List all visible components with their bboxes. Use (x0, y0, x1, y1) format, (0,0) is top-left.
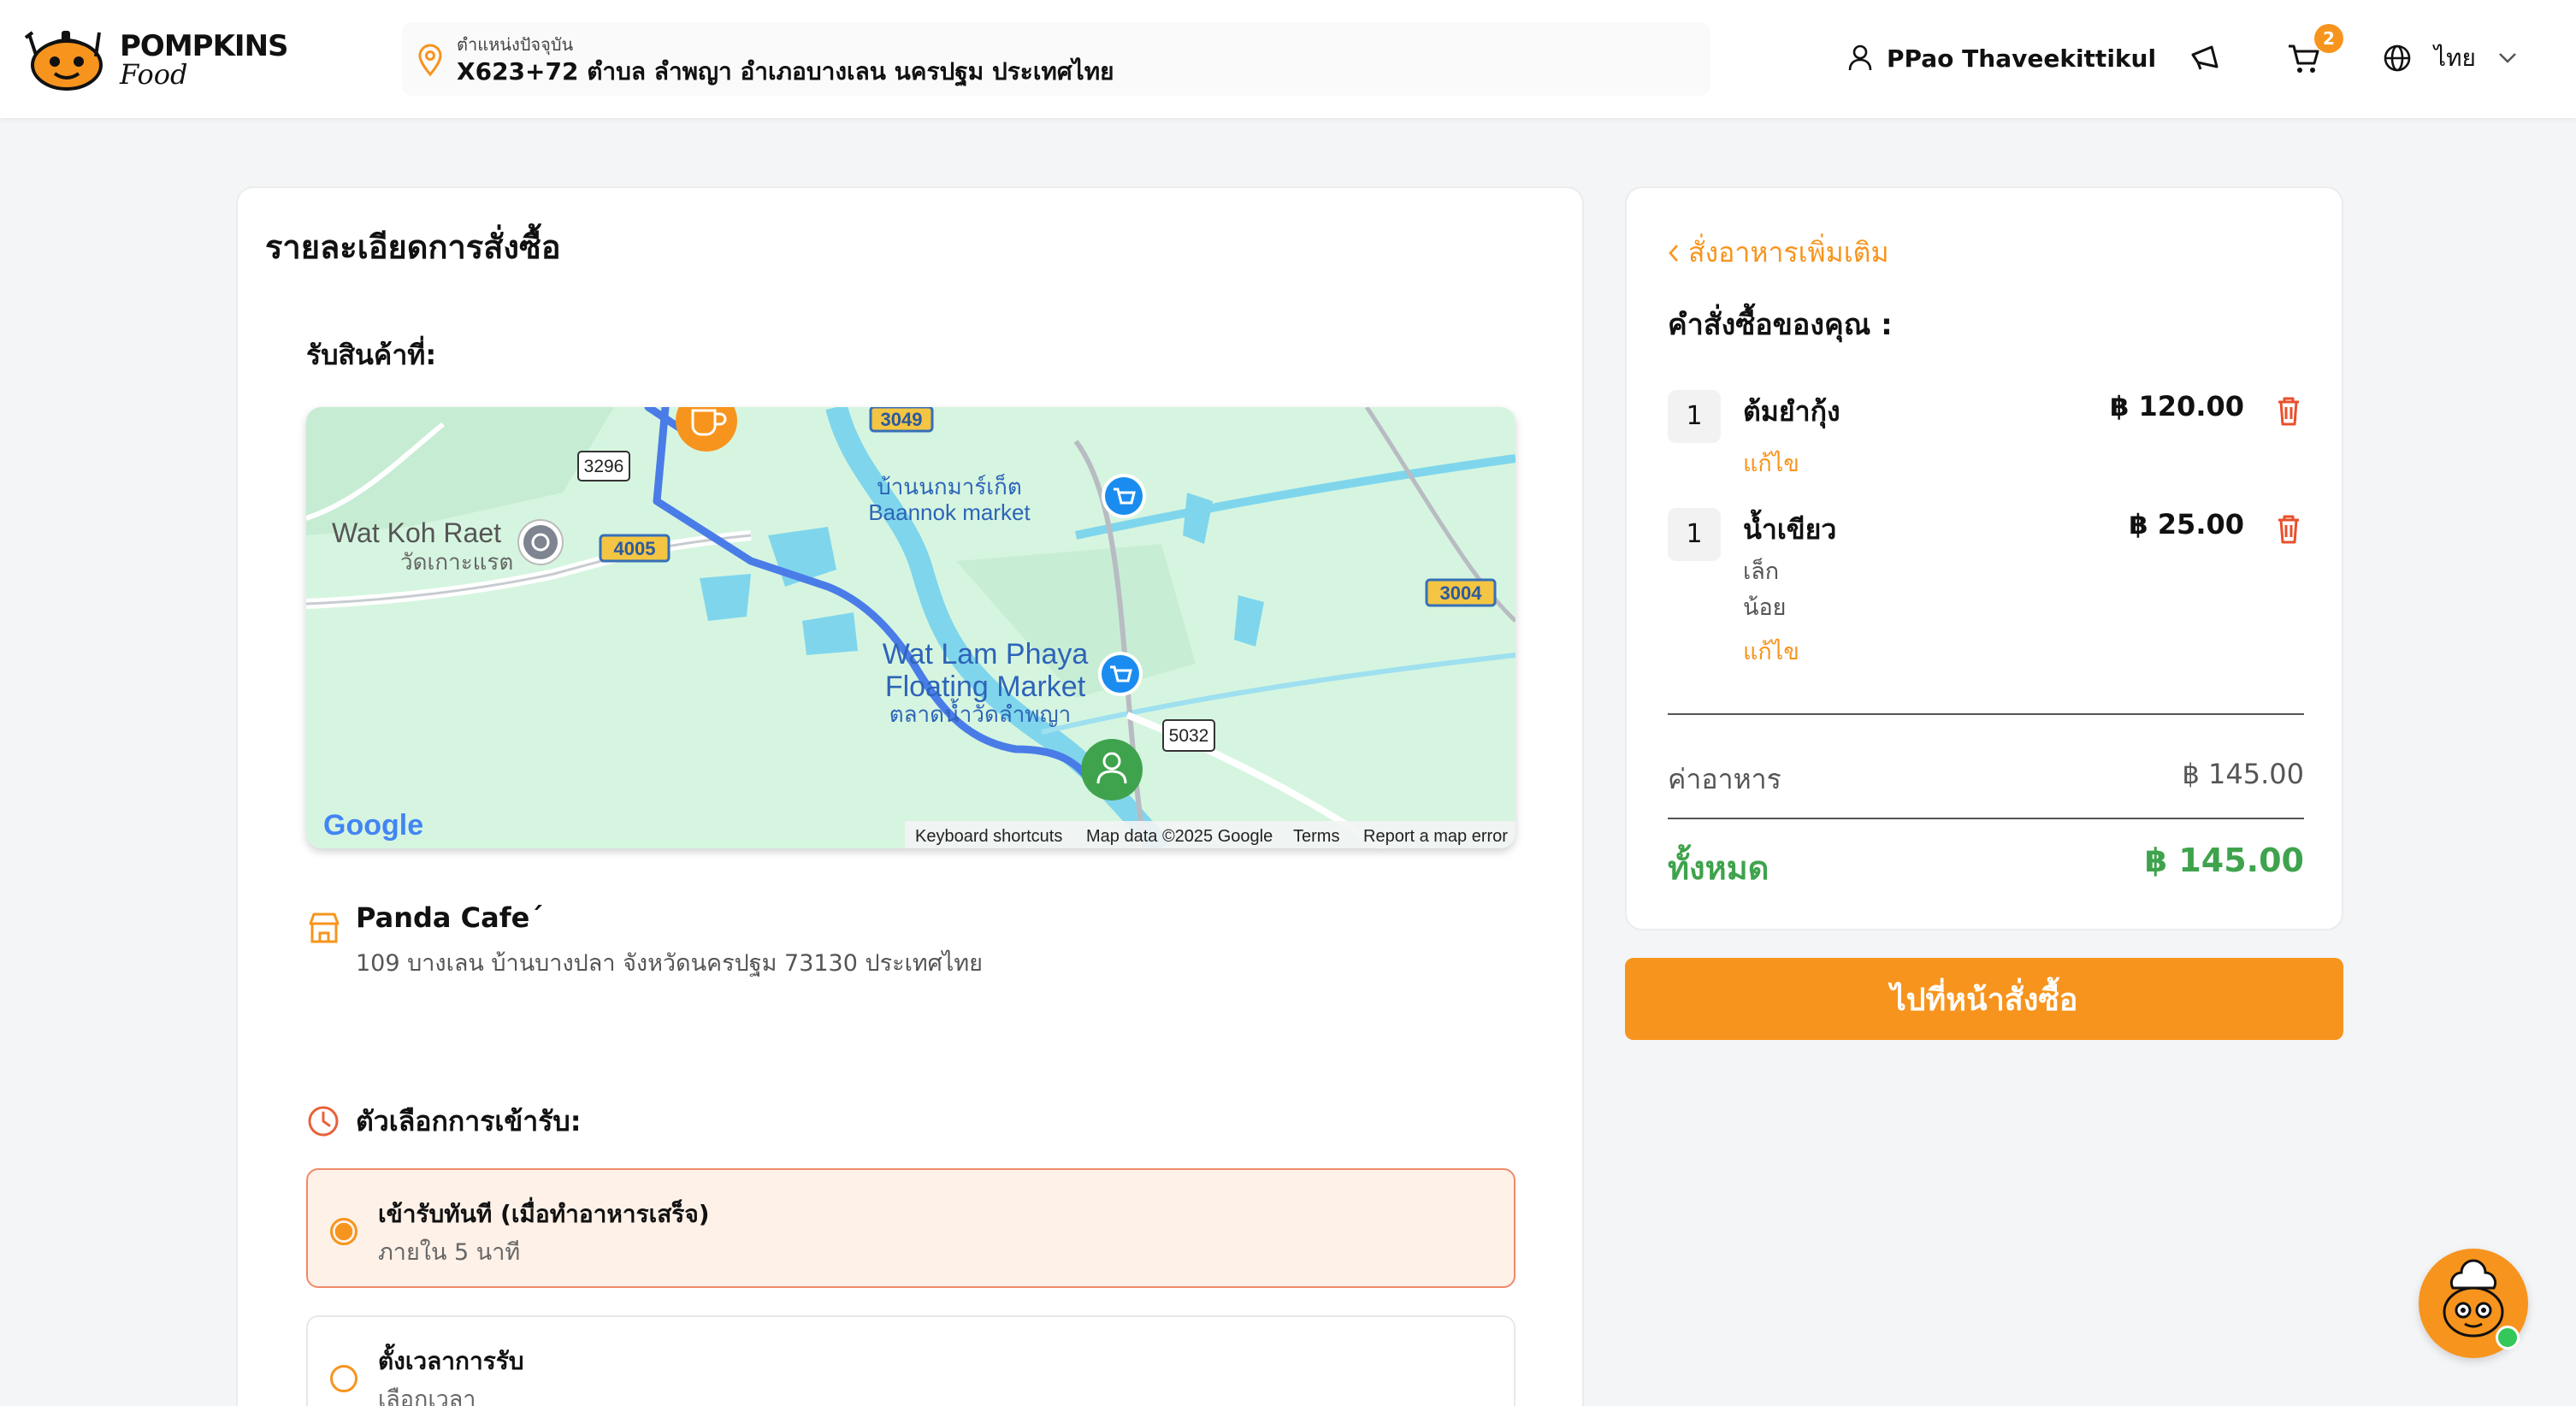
pickup-option-immediate[interactable]: เข้ารับทันที (เมื่อทำอาหารเสร็จ) ภายใน 5… (306, 1168, 1515, 1288)
pickup-options-title: ตัวเลือกการเข้ารับ: (356, 1104, 582, 1137)
item-name: น้ำเขียว (1743, 513, 1837, 546)
megaphone-icon[interactable] (2186, 38, 2227, 79)
item-price: ฿ 120.00 (2110, 390, 2244, 422)
pickup-option-subtitle: ภายใน 5 นาที (378, 1239, 521, 1266)
total-row: ทั้งหมด ฿ 145.00 (1668, 842, 2304, 894)
food-cost-row: ค่าอาหาร ฿ 145.00 (1668, 758, 2304, 801)
place-label-wat-koh-raet: Wat Koh Raet (332, 517, 501, 548)
edit-item-link[interactable]: แก้ไข (1743, 445, 1799, 481)
radio-selected[interactable] (330, 1218, 357, 1245)
chevron-down-icon (2499, 53, 2516, 63)
language-selector[interactable]: ไทย (2383, 38, 2517, 79)
trash-icon[interactable] (2273, 393, 2304, 428)
svg-text:3049: 3049 (881, 409, 923, 430)
item-name: ต้มยำกุ้ง (1743, 395, 1840, 428)
order-summary-card: สั่งอาหารเพิ่มเติม คำสั่งซื้อของคุณ : 1 … (1625, 186, 2343, 930)
pickup-option-subtitle: เลือกเวลา (378, 1386, 476, 1406)
map-keyboard-shortcuts[interactable]: Keyboard shortcuts (915, 827, 1062, 846)
order-more-label: สั่งอาหารเพิ่มเติม (1688, 236, 1889, 269)
pickup-options-header: ตัวเลือกการเข้ารับ: (306, 1100, 582, 1143)
store-icon (309, 913, 340, 943)
pompkins-logo[interactable]: POMPKINS Food (24, 24, 289, 92)
road-shield-3004: 3004 (1425, 578, 1497, 607)
total-value: ฿ 145.00 (2144, 842, 2304, 879)
cart-item: 1 น้ำเขียว ฿ 25.00 เล็ก น้อย แก้ไข (1668, 508, 2304, 665)
map-water (700, 574, 751, 621)
shopping-pin-icon[interactable] (1098, 652, 1143, 696)
temple-pin-icon[interactable] (517, 519, 564, 565)
svg-text:5032: 5032 (1169, 726, 1209, 746)
store-info: Panda Cafe´ 109 บางเลน บ้านบางปลา จังหวั… (306, 901, 1504, 978)
place-label-baannok-th: บ้านนกมาร์เก็ต (877, 473, 1022, 499)
summary-divider (1668, 713, 2304, 715)
map-terms-link[interactable]: Terms (1293, 827, 1339, 846)
current-location-address: X623+72 ตำบล ลำพญา อำเภอบางเลน นครปฐม ปร… (457, 57, 1114, 86)
online-status-dot (2496, 1326, 2520, 1350)
road-shield-3296: 3296 (577, 451, 630, 481)
chevron-left-icon (1669, 244, 1678, 262)
road-shield-3049: 3049 (869, 407, 934, 433)
order-details-card: รายละเอียดการสั่งซื้อ รับสินค้าที่: 3049… (236, 186, 1584, 1406)
pickup-map[interactable]: 3049 3296 4005 3004 5032 Wat Koh Raet วั… (306, 407, 1515, 848)
pickup-location-label: รับสินค้าที่: (306, 339, 437, 371)
svg-text:3296: 3296 (584, 457, 624, 476)
item-quantity[interactable]: 1 (1668, 508, 1721, 561)
svg-text:4005: 4005 (614, 538, 656, 559)
globe-icon (2384, 44, 2411, 72)
food-cost-value: ฿ 145.00 (2182, 758, 2305, 790)
total-label: ทั้งหมด (1668, 849, 1770, 887)
user-icon (1848, 44, 1872, 71)
food-cost-label: ค่าอาหาร (1668, 763, 1781, 795)
item-option: น้อย (1743, 594, 1787, 621)
place-label-wat-lam-phaya: Wat Lam Phaya (883, 638, 1089, 671)
map-report-error-link[interactable]: Report a map error (1363, 827, 1508, 846)
order-more-link[interactable]: สั่งอาหารเพิ่มเติม (1668, 231, 1889, 275)
trash-icon[interactable] (2273, 511, 2304, 546)
place-label-baannok: Baannok market (868, 499, 1031, 525)
item-price: ฿ 25.00 (2129, 508, 2244, 541)
pickup-option-title: เข้ารับทันที (เมื่อทำอาหารเสร็จ) (378, 1200, 710, 1228)
edit-item-link[interactable]: แก้ไข (1743, 633, 1799, 670)
clock-icon (308, 1106, 339, 1137)
user-account[interactable]: PPao Thaveekittikul (1847, 38, 2156, 79)
page-title: รายละเอียดการสั่งซื้อ (265, 228, 561, 266)
your-order-title: คำสั่งซื้อของคุณ : (1668, 308, 1893, 342)
current-location[interactable]: ตำแหน่งปัจจุบัน X623+72 ตำบล ลำพญา อำเภอ… (402, 22, 1710, 96)
map-data-attribution: Map data ©2025 Google (1086, 827, 1273, 846)
user-location-pin-icon[interactable] (1081, 739, 1143, 800)
shopping-pin-icon[interactable] (1102, 474, 1146, 518)
road-shield-5032: 5032 (1162, 719, 1215, 752)
cart-item: 1 ต้มยำกุ้ง ฿ 120.00 แก้ไข (1668, 390, 2304, 484)
place-label-floating-market: Floating Market (885, 671, 1086, 703)
item-quantity[interactable]: 1 (1668, 390, 1721, 443)
store-address: 109 บางเลน บ้านบางปลา จังหวัดนครปฐม 7313… (356, 950, 983, 977)
cart-count-badge: 2 (2314, 24, 2343, 53)
user-name: PPao Thaveekittikul (1887, 44, 2157, 73)
summary-divider (1668, 818, 2304, 819)
checkout-button[interactable]: ไปที่หน้าสั่งซื้อ (1625, 958, 2343, 1040)
pickup-option-title: ตั้งเวลาการรับ (378, 1347, 524, 1375)
language-button[interactable]: ไทย (2434, 39, 2517, 77)
logo-text-food: Food (120, 58, 188, 91)
store-name: Panda Cafe´ (356, 901, 544, 934)
pickup-option-scheduled[interactable]: ตั้งเวลาการรับ เลือกเวลา (306, 1315, 1515, 1406)
top-header: POMPKINS Food ตำแหน่งปัจจุบัน X623+72 ตำ… (0, 0, 2576, 118)
item-option: เล็ก (1743, 558, 1780, 585)
place-label-wat-lam-phaya-th: ตลาดน้ำวัดลำพญา (889, 698, 1072, 727)
map-pin-icon (418, 44, 442, 77)
google-logo: Google (323, 809, 423, 842)
road-shield-4005: 4005 (599, 534, 671, 563)
svg-text:3004: 3004 (1440, 582, 1483, 604)
pumpkin-logo-icon (24, 31, 103, 91)
radio-unselected[interactable] (330, 1365, 357, 1392)
place-label-wat-koh-raet-th: วัดเกาะแรต (400, 549, 513, 575)
language-label: ไทย (2434, 44, 2476, 72)
